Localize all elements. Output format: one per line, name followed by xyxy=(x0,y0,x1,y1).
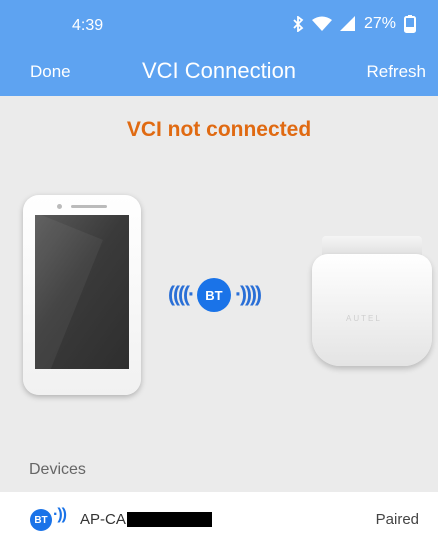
devices-section-header: Devices xyxy=(29,461,86,478)
signal-icon xyxy=(339,16,355,31)
vci-brand-logo: AUTEL xyxy=(346,314,382,323)
battery-icon xyxy=(404,15,416,33)
device-status: Paired xyxy=(375,511,419,528)
phone-screen xyxy=(35,215,129,369)
signal-waves-left-icon: ((((· xyxy=(168,283,195,306)
bluetooth-badge-icon: BT xyxy=(196,278,231,312)
bluetooth-icon xyxy=(293,16,304,32)
phone-speaker xyxy=(71,205,107,208)
refresh-button[interactable]: Refresh xyxy=(366,62,426,82)
status-time: 4:39 xyxy=(72,17,104,34)
vci-dongle-illustration: AUTEL xyxy=(312,236,432,366)
status-icons: 27% xyxy=(292,15,416,33)
signal-wave-icon: ·)) xyxy=(53,506,67,523)
device-list-item[interactable]: BT ·)) AP-CAP Paired xyxy=(0,492,438,544)
connection-status: VCI not connected xyxy=(126,118,312,141)
status-bar: 4:39 27% xyxy=(0,0,438,50)
bluetooth-device-icon: BT xyxy=(30,509,52,531)
battery-percent: 27% xyxy=(363,15,396,32)
phone-illustration xyxy=(23,195,141,395)
signal-waves-right-icon: ·)))) xyxy=(234,283,262,306)
wifi-icon xyxy=(311,16,332,31)
redaction-bar xyxy=(127,512,212,527)
navigation-bar: Done VCI Connection Refresh xyxy=(0,50,438,96)
phone-camera xyxy=(57,204,62,209)
bluetooth-link-graphic: ((((· BT ·)))) xyxy=(168,278,262,312)
vci-body: AUTEL xyxy=(312,254,432,366)
